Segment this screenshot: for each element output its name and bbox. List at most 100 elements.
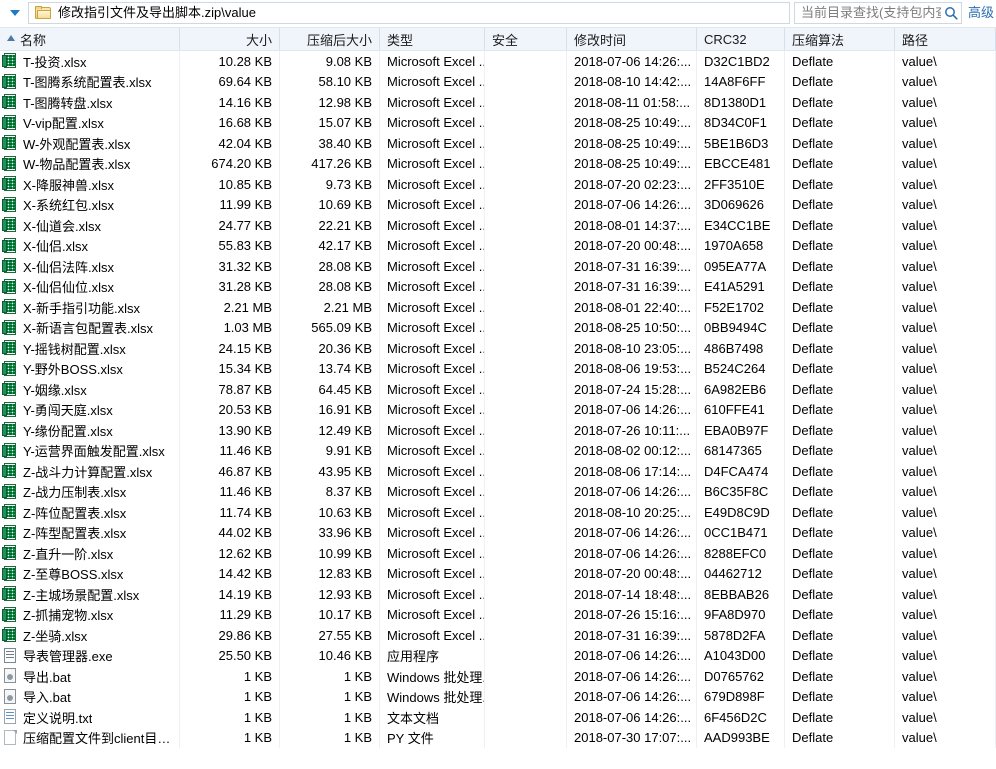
- cell-name[interactable]: 定义说明.txt: [0, 707, 180, 728]
- cell-csize: 9.91 KB: [280, 440, 380, 461]
- table-row[interactable]: Z-直升一阶.xlsx 12.62 KB 10.99 KB Microsoft Exc…: [0, 543, 996, 564]
- table-row[interactable]: W-外观配置表.xlsx 42.04 KB 38.40 KB Microsoft Ex…: [0, 133, 996, 154]
- table-row[interactable]: Y-缘份配置.xlsx 13.90 KB 12.49 KB Microsoft Exc…: [0, 420, 996, 441]
- chevron-down-icon[interactable]: [2, 1, 28, 25]
- cell-name[interactable]: Y-缘份配置.xlsx: [0, 420, 180, 441]
- table-row[interactable]: 导出.bat 1 KB 1 KB Windows 批处理... 2018-07-06 1…: [0, 666, 996, 687]
- cell-name[interactable]: Z-直升一阶.xlsx: [0, 543, 180, 564]
- column-header-csize[interactable]: 压缩后大小: [280, 28, 380, 50]
- cell-sec: [485, 543, 567, 564]
- table-row[interactable]: 压缩配置文件到client目录.py 1 KB 1 KB PY 文件 2018-07-3…: [0, 727, 996, 748]
- column-header-size[interactable]: 大小: [180, 28, 280, 50]
- cell-name[interactable]: X-仙侣.xlsx: [0, 235, 180, 256]
- table-row[interactable]: X-新语言包配置表.xlsx 1.03 MB 565.09 KB Microsoft …: [0, 317, 996, 338]
- cell-time: 2018-08-25 10:49:...: [567, 153, 697, 174]
- cell-name[interactable]: X-新语言包配置表.xlsx: [0, 317, 180, 338]
- cell-name[interactable]: Y-摇钱树配置.xlsx: [0, 338, 180, 359]
- cell-type: Microsoft Excel ...: [380, 133, 485, 154]
- cell-algo: Deflate: [785, 71, 895, 92]
- column-header-sec[interactable]: 安全: [485, 28, 567, 50]
- cell-crc: EBCCE481: [697, 153, 785, 174]
- cell-name[interactable]: X-降服神兽.xlsx: [0, 174, 180, 195]
- table-row[interactable]: X-系统红包.xlsx 11.99 KB 10.69 KB Microsoft Exc…: [0, 194, 996, 215]
- column-header-crc[interactable]: CRC32: [697, 28, 785, 50]
- table-row[interactable]: Z-主城场景配置.xlsx 14.19 KB 12.93 KB Microsoft E…: [0, 584, 996, 605]
- table-row[interactable]: Z-至尊BOSS.xlsx 14.42 KB 12.83 KB Microsoft E…: [0, 563, 996, 584]
- advanced-search-link[interactable]: 高级: [968, 4, 994, 22]
- column-header-algo[interactable]: 压缩算法: [785, 28, 895, 50]
- cell-name[interactable]: Z-战力压制表.xlsx: [0, 481, 180, 502]
- table-row[interactable]: X-仙侣仙位.xlsx 31.28 KB 28.08 KB Microsoft Exc…: [0, 276, 996, 297]
- cell-name[interactable]: W-外观配置表.xlsx: [0, 133, 180, 154]
- table-row[interactable]: X-仙道会.xlsx 24.77 KB 22.21 KB Microsoft Exce…: [0, 215, 996, 236]
- cell-name[interactable]: T-投资.xlsx: [0, 51, 180, 72]
- table-row[interactable]: T-投资.xlsx 10.28 KB 9.08 KB Microsoft Excel …: [0, 51, 996, 72]
- column-header-name[interactable]: 名称: [0, 28, 180, 50]
- cell-name[interactable]: Z-阵位配置表.xlsx: [0, 502, 180, 523]
- cell-name[interactable]: T-图腾转盘.xlsx: [0, 92, 180, 113]
- cell-name[interactable]: Z-至尊BOSS.xlsx: [0, 563, 180, 584]
- table-row[interactable]: Z-战斗力计算配置.xlsx 46.87 KB 43.95 KB Microsoft …: [0, 461, 996, 482]
- table-row[interactable]: Z-阵型配置表.xlsx 44.02 KB 33.96 KB Microsoft Ex…: [0, 522, 996, 543]
- cell-name[interactable]: Z-坐骑.xlsx: [0, 625, 180, 646]
- cell-name[interactable]: Y-野外BOSS.xlsx: [0, 358, 180, 379]
- cell-path: value\: [895, 194, 996, 215]
- table-row[interactable]: T-图腾系统配置表.xlsx 69.64 KB 58.10 KB Microsoft …: [0, 71, 996, 92]
- cell-name[interactable]: X-仙道会.xlsx: [0, 215, 180, 236]
- table-row[interactable]: W-物品配置表.xlsx 674.20 KB 417.26 KB Microsoft …: [0, 153, 996, 174]
- table-row[interactable]: V-vip配置.xlsx 16.68 KB 15.07 KB Microsoft Ex…: [0, 112, 996, 133]
- table-row[interactable]: Z-坐骑.xlsx 29.86 KB 27.55 KB Microsoft Excel…: [0, 625, 996, 646]
- cell-time: 2018-08-25 10:50:...: [567, 317, 697, 338]
- table-row[interactable]: 导入.bat 1 KB 1 KB Windows 批处理... 2018-07-06 1…: [0, 686, 996, 707]
- table-row[interactable]: X-新手指引功能.xlsx 2.21 MB 2.21 MB Microsoft Exc…: [0, 297, 996, 318]
- search-input[interactable]: 当前目录查找(支持包内查找): [793, 2, 962, 24]
- cell-name[interactable]: Z-主城场景配置.xlsx: [0, 584, 180, 605]
- cell-name[interactable]: X-仙侣法阵.xlsx: [0, 256, 180, 277]
- search-icon[interactable]: [941, 6, 961, 20]
- cell-name[interactable]: W-物品配置表.xlsx: [0, 153, 180, 174]
- path-input[interactable]: 修改指引文件及导出脚本.zip\value: [28, 2, 790, 24]
- table-row[interactable]: Y-摇钱树配置.xlsx 24.15 KB 20.36 KB Microsoft Ex…: [0, 338, 996, 359]
- table-row[interactable]: 定义说明.txt 1 KB 1 KB 文本文档 2018-07-06 14:26:...…: [0, 707, 996, 728]
- cell-sec: [485, 625, 567, 646]
- table-row[interactable]: Y-野外BOSS.xlsx 15.34 KB 13.74 KB Microsoft E…: [0, 358, 996, 379]
- cell-name[interactable]: Y-姻缘.xlsx: [0, 379, 180, 400]
- cell-name[interactable]: X-系统红包.xlsx: [0, 194, 180, 215]
- file-list[interactable]: T-投资.xlsx 10.28 KB 9.08 KB Microsoft Excel …: [0, 51, 996, 769]
- cell-name[interactable]: 压缩配置文件到client目录.py: [0, 727, 180, 748]
- cell-name[interactable]: X-新手指引功能.xlsx: [0, 297, 180, 318]
- cell-size: 11.74 KB: [180, 502, 280, 523]
- column-header-time[interactable]: 修改时间: [567, 28, 697, 50]
- cell-time: 2018-07-14 18:48:...: [567, 584, 697, 605]
- table-row[interactable]: Y-勇闯天庭.xlsx 20.53 KB 16.91 KB Microsoft Exc…: [0, 399, 996, 420]
- table-row[interactable]: Z-战力压制表.xlsx 11.46 KB 8.37 KB Microsoft Exc…: [0, 481, 996, 502]
- table-row[interactable]: Z-阵位配置表.xlsx 11.74 KB 10.63 KB Microsoft Ex…: [0, 502, 996, 523]
- column-header-type[interactable]: 类型: [380, 28, 485, 50]
- cell-time: 2018-07-06 14:26:...: [567, 707, 697, 728]
- cell-name[interactable]: Z-抓捕宠物.xlsx: [0, 604, 180, 625]
- cell-name[interactable]: Z-战斗力计算配置.xlsx: [0, 461, 180, 482]
- cell-name[interactable]: Y-勇闯天庭.xlsx: [0, 399, 180, 420]
- file-name-label: X-新语言包配置表.xlsx: [23, 321, 154, 337]
- cell-name[interactable]: 导入.bat: [0, 686, 180, 707]
- table-row[interactable]: Z-抓捕宠物.xlsx 11.29 KB 10.17 KB Microsoft Exc…: [0, 604, 996, 625]
- cell-crc: 8288EFC0: [697, 543, 785, 564]
- table-row[interactable]: X-降服神兽.xlsx 10.85 KB 9.73 KB Microsoft Exce…: [0, 174, 996, 195]
- cell-name[interactable]: X-仙侣仙位.xlsx: [0, 276, 180, 297]
- table-row[interactable]: Y-姻缘.xlsx 78.87 KB 64.45 KB Microsoft Excel…: [0, 379, 996, 400]
- cell-name[interactable]: T-图腾系统配置表.xlsx: [0, 71, 180, 92]
- cell-path: value\: [895, 297, 996, 318]
- cell-name[interactable]: Y-运营界面触发配置.xlsx: [0, 440, 180, 461]
- cell-name[interactable]: 导出.bat: [0, 666, 180, 687]
- cell-name[interactable]: 导表管理器.exe: [0, 645, 180, 666]
- column-header-path[interactable]: 路径: [895, 28, 996, 50]
- cell-type: Microsoft Excel ...: [380, 194, 485, 215]
- table-row[interactable]: Y-运营界面触发配置.xlsx 11.46 KB 9.91 KB Microsoft …: [0, 440, 996, 461]
- cell-name[interactable]: Z-阵型配置表.xlsx: [0, 522, 180, 543]
- cell-name[interactable]: V-vip配置.xlsx: [0, 112, 180, 133]
- table-row[interactable]: X-仙侣.xlsx 55.83 KB 42.17 KB Microsoft Excel…: [0, 235, 996, 256]
- table-row[interactable]: X-仙侣法阵.xlsx 31.32 KB 28.08 KB Microsoft Exc…: [0, 256, 996, 277]
- table-row[interactable]: T-图腾转盘.xlsx 14.16 KB 12.98 KB Microsoft Exc…: [0, 92, 996, 113]
- table-row[interactable]: 导表管理器.exe 25.50 KB 10.46 KB 应用程序 2018-07-06 …: [0, 645, 996, 666]
- cell-csize: 42.17 KB: [280, 235, 380, 256]
